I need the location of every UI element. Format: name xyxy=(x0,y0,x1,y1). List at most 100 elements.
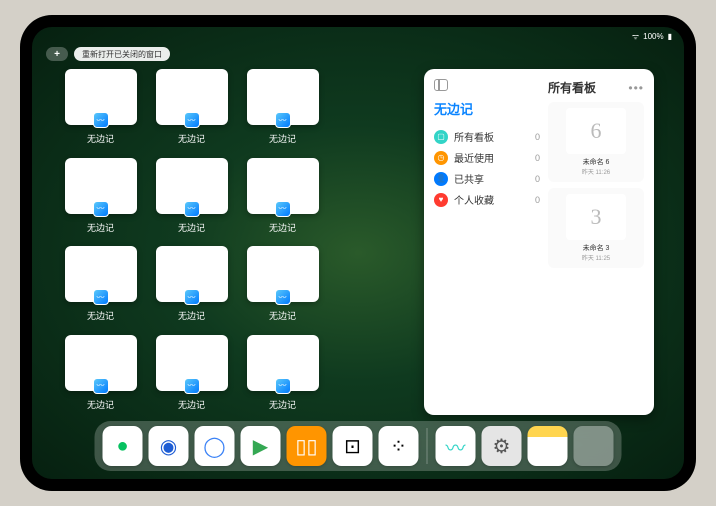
board-preview: 6 xyxy=(566,108,626,154)
window-thumbnail[interactable]: 〰无边记 xyxy=(244,158,321,239)
battery-icon: ▮ xyxy=(668,32,672,41)
board-card[interactable]: 6 未命名 6昨天 11:26 xyxy=(548,102,644,182)
window-thumbnail[interactable]: 〰无边记 xyxy=(62,335,139,416)
thumbnail-label: 无边记 xyxy=(178,398,205,411)
thumbnail-label: 无边记 xyxy=(178,132,205,145)
window-thumbnail[interactable]: 〰无边记 xyxy=(62,246,139,327)
sidebar-item[interactable]: ◷ 最近使用 0 xyxy=(434,147,540,168)
panel-title: 无边记 xyxy=(434,99,540,118)
sidebar-item-icon: ▢ xyxy=(434,130,448,144)
thumbnail-preview: 〰 xyxy=(247,335,319,391)
board-name: 未命名 6 xyxy=(583,157,610,167)
freeform-panel: 无边记 ▢所有看板0◷最近使用0👤已共享0♥个人收藏0 所有看板 ••• 6未命… xyxy=(424,69,654,415)
workspace: 〰无边记〰无边记〰无边记〰无边记〰无边记〰无边记〰无边记〰无边记〰无边记〰无边记… xyxy=(62,69,654,415)
sidebar-item-icon: 👤 xyxy=(434,172,448,186)
thumbnail-preview: 〰 xyxy=(247,158,319,214)
wifi-icon: ᯤ xyxy=(632,31,639,42)
sidebar-item-count: 0 xyxy=(535,153,540,163)
thumbnail-preview: 〰 xyxy=(65,158,137,214)
panel-content: 所有看板 ••• 6未命名 6昨天 11:263未命名 3昨天 11:25 xyxy=(548,79,644,409)
app-badge-icon: 〰 xyxy=(275,112,291,128)
app-badge-icon: 〰 xyxy=(275,201,291,217)
sidebar-item[interactable]: ♥个人收藏0 xyxy=(434,189,540,210)
app-badge-icon: 〰 xyxy=(184,378,200,394)
top-bar: + 重新打开已关闭的窗口 xyxy=(46,47,170,61)
thumbnail-preview: 〰 xyxy=(156,158,228,214)
thumbnail-preview: 〰 xyxy=(65,335,137,391)
app-badge-icon: 〰 xyxy=(93,201,109,217)
board-card[interactable]: 3未命名 3昨天 11:25 xyxy=(548,188,644,268)
thumbnail-label: 无边记 xyxy=(269,398,296,411)
thumbnail-preview: 〰 xyxy=(65,246,137,302)
window-thumbnail[interactable]: 〰无边记 xyxy=(153,158,230,239)
window-thumbnail[interactable]: 〰无边记 xyxy=(244,335,321,416)
ipad-frame: ᯤ 100% ▮ + 重新打开已关闭的窗口 〰无边记〰无边记〰无边记〰无边记〰无… xyxy=(20,15,696,491)
sidebar-item-label: 个人收藏 xyxy=(454,192,494,207)
thumbnail-label: 无边记 xyxy=(178,309,205,322)
window-thumbnail[interactable]: 〰无边记 xyxy=(153,246,230,327)
sidebar-item-label: 所有看板 xyxy=(454,129,494,144)
thumbnail-label: 无边记 xyxy=(87,221,114,234)
thumbnail-label: 无边记 xyxy=(269,309,296,322)
status-bar: ᯤ 100% ▮ xyxy=(32,27,684,45)
board-preview: 3 xyxy=(566,194,626,240)
window-thumbnail[interactable]: 〰无边记 xyxy=(153,335,230,416)
app-badge-icon: 〰 xyxy=(93,289,109,305)
sidebar-item-count: 0 xyxy=(535,174,540,184)
app-badge-icon: 〰 xyxy=(93,378,109,394)
app-badge-icon: 〰 xyxy=(275,289,291,305)
thumbnail-preview: 〰 xyxy=(156,69,228,125)
dock-app-wechat[interactable]: ● xyxy=(103,426,143,466)
dock-app-browser2[interactable]: ◯ xyxy=(195,426,235,466)
dock-app-notes[interactable] xyxy=(528,426,568,466)
dock-app-settings[interactable]: ⚙ xyxy=(482,426,522,466)
board-date: 昨天 11:26 xyxy=(582,167,610,176)
thumbnail-label: 无边记 xyxy=(178,221,205,234)
dock-separator xyxy=(427,428,428,464)
screen: ᯤ 100% ▮ + 重新打开已关闭的窗口 〰无边记〰无边记〰无边记〰无边记〰无… xyxy=(32,27,684,479)
thumbnail-label: 无边记 xyxy=(87,398,114,411)
content-title: 所有看板 xyxy=(548,79,596,96)
dock-app-dots[interactable]: ⁘ xyxy=(379,426,419,466)
dock-app-browser1[interactable]: ◉ xyxy=(149,426,189,466)
thumbnail-label: 无边记 xyxy=(87,132,114,145)
thumbnail-preview: 〰 xyxy=(247,69,319,125)
board-name: 未命名 3 xyxy=(583,243,610,253)
new-window-button[interactable]: + xyxy=(46,47,68,61)
thumbnail-label: 无边记 xyxy=(269,132,296,145)
more-icon[interactable]: ••• xyxy=(628,81,644,95)
thumbnail-label: 无边记 xyxy=(269,221,296,234)
sidebar-item-label: 最近使用 xyxy=(454,150,494,165)
thumbnail-preview: 〰 xyxy=(156,246,228,302)
thumbnail-preview: 〰 xyxy=(65,69,137,125)
app-badge-icon: 〰 xyxy=(184,289,200,305)
sidebar-item-label: 已共享 xyxy=(454,171,484,186)
window-thumbnail[interactable]: 〰无边记 xyxy=(244,69,321,150)
dock: ●◉◯▶▯▯⊡⁘ 〰⚙ xyxy=(95,421,622,471)
app-badge-icon: 〰 xyxy=(275,378,291,394)
sidebar-item[interactable]: ▢所有看板0 xyxy=(434,126,540,147)
reopen-closed-window-button[interactable]: 重新打开已关闭的窗口 xyxy=(74,47,170,61)
thumbnail-preview: 〰 xyxy=(247,246,319,302)
dock-app-books[interactable]: ▯▯ xyxy=(287,426,327,466)
battery-label: 100% xyxy=(643,32,663,41)
dock-app-play[interactable]: ▶ xyxy=(241,426,281,466)
app-badge-icon: 〰 xyxy=(184,201,200,217)
window-thumbnail[interactable]: 〰无边记 xyxy=(153,69,230,150)
sidebar-item[interactable]: 👤 已共享 0 xyxy=(434,168,540,189)
dock-app-freeform[interactable]: 〰 xyxy=(436,426,476,466)
window-thumbnail[interactable]: 〰无边记 xyxy=(62,69,139,150)
thumbnail-label: 无边记 xyxy=(87,309,114,322)
app-badge-icon: 〰 xyxy=(184,112,200,128)
dock-app-dice[interactable]: ⊡ xyxy=(333,426,373,466)
sidebar-item-icon: ♥ xyxy=(434,193,448,207)
window-thumbnail[interactable]: 〰无边记 xyxy=(62,158,139,239)
panel-sidebar: 无边记 ▢所有看板0◷最近使用0👤已共享0♥个人收藏0 xyxy=(434,79,540,409)
app-badge-icon: 〰 xyxy=(93,112,109,128)
thumbnail-preview: 〰 xyxy=(156,335,228,391)
sidebar-toggle-icon[interactable] xyxy=(434,79,448,91)
sidebar-item-icon: ◷ xyxy=(434,151,448,165)
dock-app-folder[interactable] xyxy=(574,426,614,466)
window-thumbnail[interactable]: 〰无边记 xyxy=(244,246,321,327)
window-thumbnails-grid: 〰无边记〰无边记〰无边记〰无边记〰无边记〰无边记〰无边记〰无边记〰无边记〰无边记… xyxy=(62,69,412,415)
